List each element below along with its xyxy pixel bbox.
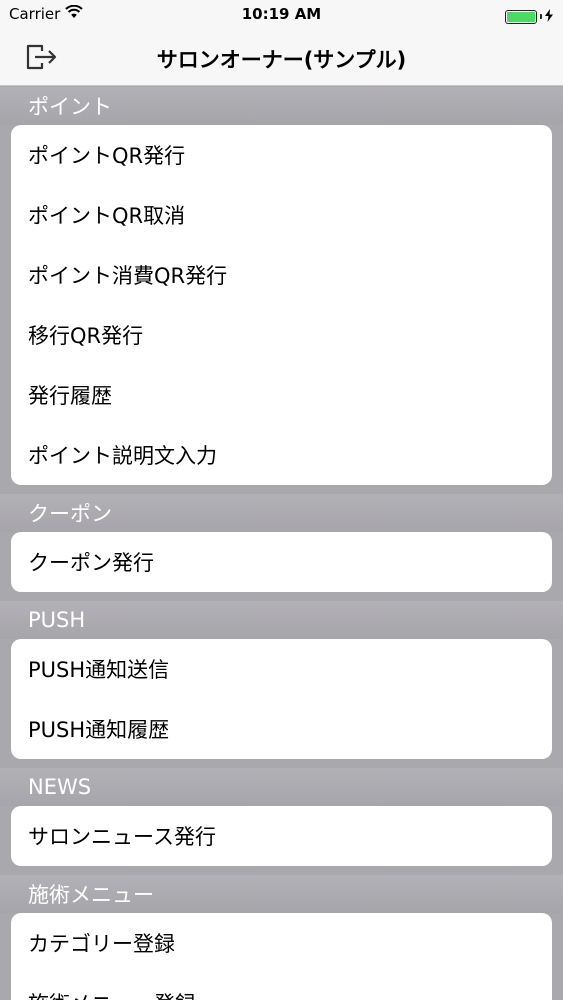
- menu-item-coupon-issue[interactable]: クーポン発行: [11, 532, 552, 592]
- section-header-push: PUSH: [0, 601, 563, 639]
- status-bar: Carrier 10:19 AM: [0, 0, 563, 30]
- section-card-push: PUSH通知送信 PUSH通知履歴: [11, 639, 552, 759]
- menu-item-issue-history[interactable]: 発行履歴: [11, 365, 552, 425]
- page-title: サロンオーナー(サンプル): [156, 48, 407, 72]
- navigation-bar: サロンオーナー(サンプル): [0, 30, 563, 86]
- menu-item-point-consume-qr[interactable]: ポイント消費QR発行: [11, 245, 552, 305]
- section-header-coupon: クーポン: [0, 494, 563, 532]
- menu-item-transfer-qr[interactable]: 移行QR発行: [11, 305, 552, 365]
- menu-list[interactable]: ポイント ポイントQR発行 ポイントQR取消 ポイント消費QR発行 移行QR発行…: [0, 87, 563, 1000]
- menu-item-category-register[interactable]: カテゴリー登録: [11, 913, 552, 973]
- charging-icon: [545, 7, 553, 26]
- menu-item-point-description[interactable]: ポイント説明文入力: [11, 425, 552, 485]
- section-header-news: NEWS: [0, 768, 563, 806]
- menu-item-push-send[interactable]: PUSH通知送信: [11, 639, 552, 699]
- menu-item-salon-news[interactable]: サロンニュース発行: [11, 806, 552, 866]
- section-card-news: サロンニュース発行: [11, 806, 552, 866]
- section-header-treatment: 施術メニュー: [0, 875, 563, 913]
- status-time: 10:19 AM: [241, 5, 322, 23]
- section-card-treatment: カテゴリー登録 施術メニュー登録: [11, 913, 552, 1000]
- battery-indicator: [505, 7, 553, 26]
- section-card-point: ポイントQR発行 ポイントQR取消 ポイント消費QR発行 移行QR発行 発行履歴…: [11, 125, 552, 485]
- menu-item-push-history[interactable]: PUSH通知履歴: [11, 699, 552, 759]
- menu-item-point-qr-cancel[interactable]: ポイントQR取消: [11, 185, 552, 245]
- menu-item-treatment-register[interactable]: 施術メニュー登録: [11, 973, 552, 1000]
- section-header-point: ポイント: [0, 87, 563, 125]
- battery-icon: [505, 9, 537, 24]
- menu-item-point-qr-issue[interactable]: ポイントQR発行: [11, 125, 552, 185]
- section-card-coupon: クーポン発行: [11, 532, 552, 592]
